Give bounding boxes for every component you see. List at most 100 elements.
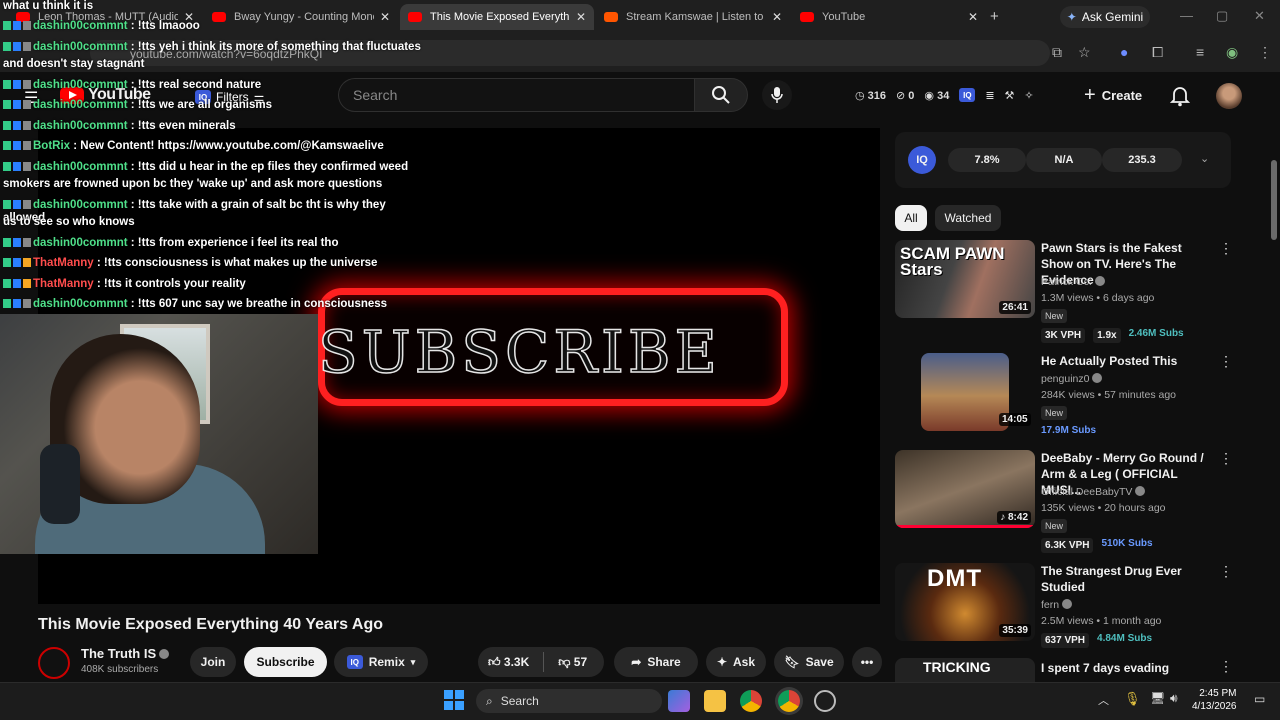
recommendation-title[interactable]: I spent 7 days evading — [1041, 660, 1211, 676]
chat-message: dashin00commnt : !tts even minerals — [3, 120, 236, 133]
share-button[interactable]: ➦ Share — [614, 647, 698, 677]
recommendation-item[interactable]: DMT 35:39 The Strangest Drug Ever Studie… — [895, 563, 1265, 648]
install-app-icon[interactable]: ⧉ — [1052, 44, 1062, 61]
sparkle-icon[interactable]: ✧ — [1024, 89, 1033, 102]
browser-tab[interactable]: YouTube ✕ — [792, 4, 986, 30]
chevron-up-icon[interactable]: ︿ — [1098, 692, 1109, 708]
chrome-icon[interactable] — [740, 690, 762, 712]
new-tab-icon[interactable]: + — [990, 8, 999, 25]
recommendation-channel[interactable]: Official DeeBabyTV — [1041, 486, 1146, 498]
clock-stat: ◷ 316 — [855, 89, 887, 102]
more-actions-button[interactable]: ••• — [852, 647, 882, 677]
recommendation-title[interactable]: He Actually Posted This — [1041, 353, 1211, 369]
chat-username: dashin00commnt — [33, 79, 128, 91]
more-options-icon[interactable]: ⋮ — [1219, 353, 1233, 370]
recommendation-item[interactable]: 14:05 He Actually Posted This penguinz0 … — [895, 353, 1265, 443]
chip-all[interactable]: All — [895, 205, 927, 231]
chat-text: us to see so who knows — [3, 216, 135, 228]
taskbar-clock[interactable]: 2:45 PM 4/13/2026 — [1192, 687, 1237, 713]
video-thumbnail[interactable]: SCAM PAWN Stars 26:41 — [895, 240, 1035, 318]
recommendation-item[interactable]: ♪ 8:42 DeeBaby - Merry Go Round / Arm & … — [895, 450, 1265, 553]
recommendation-item[interactable]: TRICKING I spent 7 days evading ⋮ — [895, 658, 1265, 682]
profile-icon[interactable]: ◉ — [1226, 44, 1238, 61]
close-icon[interactable]: ✕ — [576, 10, 586, 24]
more-options-icon[interactable]: ⋮ — [1219, 450, 1233, 467]
channel-avatar[interactable] — [38, 647, 70, 679]
store-icon[interactable] — [668, 690, 690, 712]
chat-message: dashin00commnt : !tts real second nature — [3, 79, 261, 92]
search-button[interactable] — [694, 78, 748, 112]
chat-badge-icon — [3, 42, 11, 51]
subs-badge: 2.46M Subs — [1128, 328, 1184, 339]
chrome-active-icon[interactable] — [778, 690, 800, 712]
save-button[interactable]: 🔖︎ Save — [774, 647, 844, 677]
video-thumbnail[interactable]: TRICKING — [895, 658, 1035, 682]
channel-name[interactable]: The Truth IS — [81, 646, 170, 661]
remix-button[interactable]: IQ Remix ▾ — [334, 647, 428, 677]
dislike-button[interactable]: 👎︎ 57 — [558, 655, 587, 670]
video-thumbnail[interactable]: ♪ 8:42 — [895, 450, 1035, 528]
chat-badge-icon — [3, 121, 11, 130]
video-thumbnail[interactable] — [921, 353, 1009, 431]
volume-icon[interactable]: 🔊︎ — [1170, 691, 1178, 706]
like-button[interactable]: 👍︎ 3.3K — [488, 655, 529, 670]
chat-text: : !tts yeh i think its more of something… — [127, 41, 421, 53]
account-avatar[interactable] — [1216, 83, 1242, 109]
chevron-down-icon[interactable]: ⌄ — [1200, 152, 1209, 165]
bookmark-star-icon[interactable]: ☆ — [1078, 44, 1091, 61]
youtube-icon — [800, 12, 814, 22]
chat-badge-icon — [13, 238, 21, 247]
network-icon[interactable]: 🖥︎ — [1150, 691, 1165, 705]
more-options-icon[interactable]: ⋮ — [1219, 240, 1233, 257]
webcam-hand — [40, 444, 80, 524]
notification-icon[interactable]: ▭ — [1254, 692, 1265, 706]
chevron-down-icon: ▾ — [410, 656, 416, 667]
chip-watched[interactable]: Watched — [935, 205, 1001, 231]
browser-tab[interactable]: Stream Kamswae | Listen to 20 ✕ — [596, 4, 790, 30]
close-icon[interactable]: ✕ — [772, 10, 782, 24]
extensions-puzzle-icon[interactable]: ⧠ — [1152, 44, 1163, 61]
close-icon[interactable]: ✕ — [968, 10, 978, 24]
create-button[interactable]: + Create — [1084, 84, 1142, 107]
windows-start-icon[interactable] — [444, 690, 464, 710]
ask-button[interactable]: ✦ Ask — [706, 647, 766, 677]
recommendation-item[interactable]: SCAM PAWN Stars 26:41 Pawn Stars is the … — [895, 240, 1265, 343]
browser-menu-icon[interactable]: ⋮ — [1258, 44, 1272, 61]
more-options-icon[interactable]: ⋮ — [1219, 563, 1233, 580]
recommendation-channel[interactable]: Patrick Cc: — [1041, 276, 1105, 288]
scrollbar-thumb[interactable] — [1271, 160, 1277, 240]
chat-badge-icon — [3, 279, 11, 288]
media-controls-icon[interactable]: ≡ — [1196, 44, 1204, 60]
new-badge: New — [1041, 519, 1068, 533]
subscribe-overlay-text: SUBSCRIBE — [317, 317, 721, 387]
video-thumbnail[interactable]: DMT 35:39 — [895, 563, 1035, 641]
chat-badge-icon — [13, 21, 21, 30]
window-close-icon[interactable]: ✕ — [1254, 8, 1265, 24]
subscribe-button[interactable]: Subscribe — [244, 647, 327, 677]
extension-icon[interactable]: ● — [1120, 44, 1128, 60]
iq-icon[interactable]: IQ — [959, 88, 976, 102]
chat-badge-icon — [23, 258, 31, 267]
create-label: Create — [1101, 88, 1143, 103]
join-button[interactable]: Join — [190, 647, 236, 677]
recommendation-channel[interactable]: penguinz0 — [1041, 373, 1103, 385]
microphone-tray-icon[interactable]: 🎙︎ — [1124, 691, 1141, 707]
chat-badge-icon — [23, 279, 31, 288]
taskbar-search[interactable]: ⌕ Search — [476, 689, 662, 713]
file-explorer-icon[interactable] — [704, 690, 726, 712]
tools-icon[interactable]: ⚒ — [1005, 89, 1015, 102]
notifications-bell-icon[interactable] — [1170, 85, 1190, 107]
recommendation-channel[interactable]: fern — [1041, 599, 1073, 611]
video-duration: 26:41 — [999, 301, 1031, 314]
chat-username: ThatManny — [33, 257, 94, 269]
minimize-icon[interactable]: — — [1180, 8, 1193, 23]
ask-gemini-button[interactable]: ✦ Ask Gemini — [1060, 6, 1150, 28]
chat-message: dashin00commnt : !tts we are all organis… — [3, 99, 272, 112]
voice-search-button[interactable] — [762, 80, 792, 110]
recommendation-stats: 637 VPH 4.84M Subs — [1041, 633, 1152, 648]
recommendation-title[interactable]: The Strangest Drug Ever Studied — [1041, 563, 1211, 595]
maximize-icon[interactable]: ▢ — [1216, 8, 1228, 24]
app-icon[interactable] — [814, 690, 836, 712]
list-icon[interactable]: ≣ — [985, 89, 994, 102]
more-options-icon[interactable]: ⋮ — [1219, 658, 1233, 675]
